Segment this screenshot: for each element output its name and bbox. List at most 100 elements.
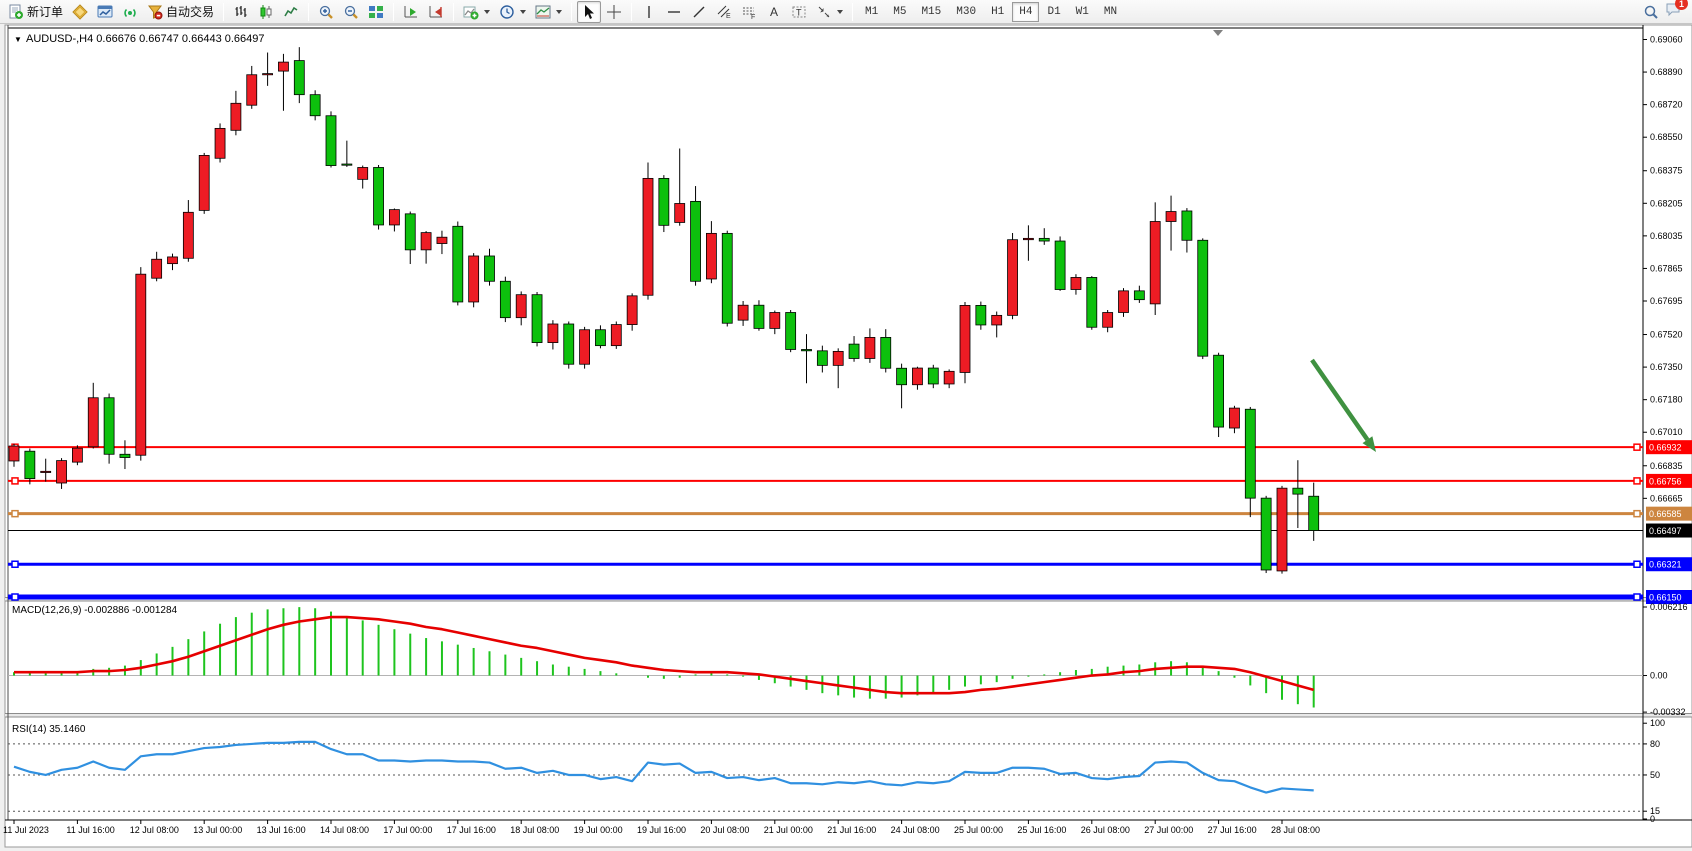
candle-body[interactable] bbox=[120, 454, 130, 457]
line-handle[interactable] bbox=[12, 511, 18, 517]
candle-body[interactable] bbox=[199, 155, 209, 210]
timeframe-button-w1[interactable]: W1 bbox=[1069, 2, 1096, 22]
candle-body[interactable] bbox=[152, 259, 162, 278]
candle-body[interactable] bbox=[865, 337, 875, 358]
timeframe-button-m1[interactable]: M1 bbox=[858, 2, 885, 22]
candle-body[interactable] bbox=[675, 203, 685, 222]
candle-body[interactable] bbox=[25, 451, 35, 478]
candle-body[interactable] bbox=[992, 315, 1002, 325]
candle-body[interactable] bbox=[706, 233, 716, 279]
periods-button[interactable] bbox=[495, 1, 530, 23]
timeframe-button-h1[interactable]: H1 bbox=[984, 2, 1011, 22]
auto-scroll-button[interactable] bbox=[399, 1, 423, 23]
candle-body[interactable] bbox=[247, 75, 257, 105]
candle-body[interactable] bbox=[326, 116, 336, 166]
candle-body[interactable] bbox=[564, 324, 574, 364]
line-handle[interactable] bbox=[12, 478, 18, 484]
chart-menu-marker[interactable]: ▼ bbox=[14, 35, 22, 44]
candle-body[interactable] bbox=[358, 167, 368, 179]
candle-body[interactable] bbox=[1198, 240, 1208, 356]
candle-body[interactable] bbox=[421, 233, 431, 250]
line-handle[interactable] bbox=[1634, 511, 1640, 517]
line-handle[interactable] bbox=[1634, 444, 1640, 450]
candle-body[interactable] bbox=[849, 344, 859, 358]
candle-body[interactable] bbox=[786, 313, 796, 350]
candle-body[interactable] bbox=[580, 330, 590, 364]
fibonacci-tool-button[interactable]: F bbox=[737, 1, 761, 23]
candle-body[interactable] bbox=[532, 295, 542, 343]
candle-body[interactable] bbox=[1150, 221, 1160, 303]
timeframe-button-d1[interactable]: D1 bbox=[1040, 2, 1067, 22]
candle-body[interactable] bbox=[1023, 238, 1033, 239]
candle-body[interactable] bbox=[215, 128, 225, 158]
candle-body[interactable] bbox=[1166, 212, 1176, 222]
auto-trading-button[interactable]: 自动交易 bbox=[143, 1, 218, 23]
timeframe-button-m15[interactable]: M15 bbox=[914, 2, 948, 22]
candle-body[interactable] bbox=[643, 178, 653, 295]
line-handle[interactable] bbox=[1634, 594, 1640, 600]
line-handle[interactable] bbox=[12, 594, 18, 600]
candle-body[interactable] bbox=[516, 295, 526, 318]
timeframe-button-m30[interactable]: M30 bbox=[949, 2, 983, 22]
channel-tool-button[interactable]: E bbox=[712, 1, 736, 23]
candle-body[interactable] bbox=[453, 226, 463, 302]
candle-body[interactable] bbox=[738, 305, 748, 320]
indicators-button[interactable] bbox=[459, 1, 494, 23]
candle-body[interactable] bbox=[770, 313, 780, 329]
candle-body[interactable] bbox=[231, 103, 241, 130]
candle-body[interactable] bbox=[374, 167, 384, 224]
candle-body[interactable] bbox=[1309, 496, 1319, 530]
candle-body[interactable] bbox=[881, 337, 891, 368]
candle-body[interactable] bbox=[722, 233, 732, 323]
candle-body[interactable] bbox=[88, 398, 98, 447]
crosshair-tool-button[interactable] bbox=[602, 1, 626, 23]
candle-body[interactable] bbox=[833, 351, 843, 365]
candle-body[interactable] bbox=[1245, 409, 1255, 498]
tile-windows-button[interactable] bbox=[364, 1, 388, 23]
bar-chart-mode-button[interactable] bbox=[229, 1, 253, 23]
metaeditor-button[interactable] bbox=[68, 1, 92, 23]
chart-shift-button[interactable] bbox=[424, 1, 448, 23]
candle-body[interactable] bbox=[1261, 498, 1271, 570]
timeframe-button-m5[interactable]: M5 bbox=[886, 2, 913, 22]
candle-body[interactable] bbox=[104, 398, 114, 455]
candle-body[interactable] bbox=[1229, 408, 1239, 428]
candle-body[interactable] bbox=[817, 351, 827, 366]
candle-body[interactable] bbox=[294, 61, 304, 95]
candle-body[interactable] bbox=[912, 368, 922, 385]
candle-body[interactable] bbox=[754, 305, 764, 328]
candle-body[interactable] bbox=[1134, 291, 1144, 300]
candle-body[interactable] bbox=[1071, 277, 1081, 289]
line-handle[interactable] bbox=[1634, 478, 1640, 484]
horizontal-line-tool-button[interactable] bbox=[662, 1, 686, 23]
candle-body[interactable] bbox=[278, 62, 288, 71]
zoom-in-button[interactable] bbox=[314, 1, 338, 23]
chart-window[interactable]: 0.690600.688900.687200.685500.683750.682… bbox=[0, 24, 1692, 851]
line-handle[interactable] bbox=[12, 561, 18, 567]
candle-body[interactable] bbox=[1277, 488, 1287, 571]
candlestick-mode-button[interactable] bbox=[254, 1, 278, 23]
vertical-line-tool-button[interactable] bbox=[637, 1, 661, 23]
signals-button[interactable] bbox=[118, 1, 142, 23]
candle-body[interactable] bbox=[168, 257, 178, 264]
timeframe-button-mn[interactable]: MN bbox=[1097, 2, 1124, 22]
candle-body[interactable] bbox=[944, 371, 954, 384]
candle-body[interactable] bbox=[691, 201, 701, 281]
line-handle[interactable] bbox=[1634, 561, 1640, 567]
candle-body[interactable] bbox=[485, 256, 495, 281]
candle-body[interactable] bbox=[41, 471, 51, 472]
price-chart-canvas[interactable]: 0.690600.688900.687200.685500.683750.682… bbox=[0, 24, 1692, 851]
candle-body[interactable] bbox=[1119, 291, 1129, 313]
candle-body[interactable] bbox=[960, 305, 970, 372]
candle-body[interactable] bbox=[659, 178, 669, 225]
candle-body[interactable] bbox=[500, 281, 510, 317]
zoom-out-button[interactable] bbox=[339, 1, 363, 23]
line-chart-mode-button[interactable] bbox=[279, 1, 303, 23]
candle-body[interactable] bbox=[183, 212, 193, 258]
text-label-tool-button[interactable]: T bbox=[787, 1, 811, 23]
templates-button[interactable] bbox=[531, 1, 566, 23]
candle-body[interactable] bbox=[136, 274, 146, 455]
strategy-tester-button[interactable] bbox=[93, 1, 117, 23]
candle-body[interactable] bbox=[9, 446, 19, 461]
candle-body[interactable] bbox=[1008, 240, 1018, 316]
